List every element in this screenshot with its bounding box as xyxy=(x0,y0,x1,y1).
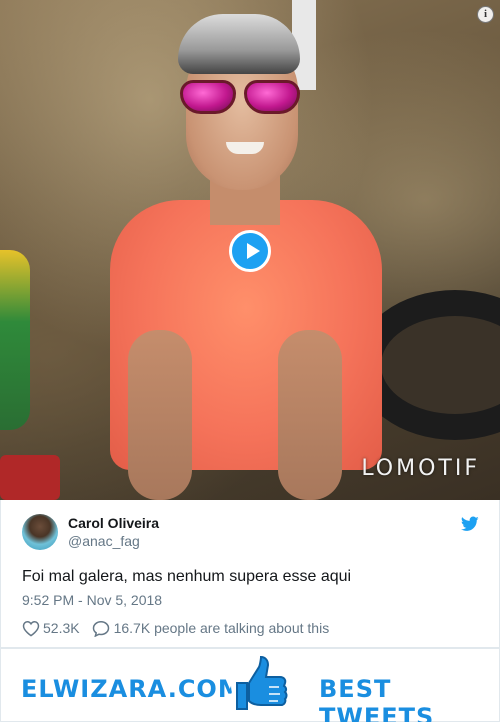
play-icon xyxy=(247,243,260,259)
subject-left-arm xyxy=(128,330,192,500)
banner-tagline: BEST TWEETS xyxy=(319,675,435,722)
info-icon[interactable]: i xyxy=(477,6,494,23)
tweet-timestamp[interactable]: 9:52 PM - Nov 5, 2018 xyxy=(22,592,162,608)
twitter-bird-icon[interactable] xyxy=(461,516,479,532)
author-name[interactable]: Carol Oliveira xyxy=(68,515,159,531)
subject-hair xyxy=(178,14,300,74)
author-handle[interactable]: @anac_fag xyxy=(68,533,140,549)
video-watermark: LOMOTIF xyxy=(361,456,480,481)
subject-right-arm xyxy=(278,330,342,500)
site-name: ELWIZARA.COM xyxy=(21,675,243,703)
like-count: 52.3K xyxy=(43,620,80,636)
heart-icon xyxy=(22,620,40,637)
speech-bubble-icon xyxy=(92,620,109,637)
tweet-text: Foi mal galera, mas nenhum supera esse a… xyxy=(22,568,352,585)
tweet-card: Carol Oliveira @anac_fag Foi mal galera,… xyxy=(0,500,500,648)
background-person xyxy=(0,250,30,430)
video-player[interactable]: i LOMOTIF xyxy=(0,0,500,500)
subject-sunglasses xyxy=(180,80,304,120)
left-lens xyxy=(180,80,236,114)
avatar[interactable] xyxy=(22,514,58,550)
like-button[interactable]: 52.3K xyxy=(22,620,80,637)
footer-banner: ELWIZARA.COM BEST TWEETS xyxy=(0,648,500,722)
reply-button[interactable]: 16.7K people are talking about this xyxy=(92,620,330,637)
right-lens xyxy=(244,80,300,114)
play-button[interactable] xyxy=(229,230,271,272)
talking-count: 16.7K people are talking about this xyxy=(113,620,330,636)
subject-smile xyxy=(226,142,264,154)
tweet-actions: 52.3K 16.7K people are talking about thi… xyxy=(22,619,329,637)
thumbs-up-icon xyxy=(231,655,291,715)
background-cloth xyxy=(0,455,60,500)
